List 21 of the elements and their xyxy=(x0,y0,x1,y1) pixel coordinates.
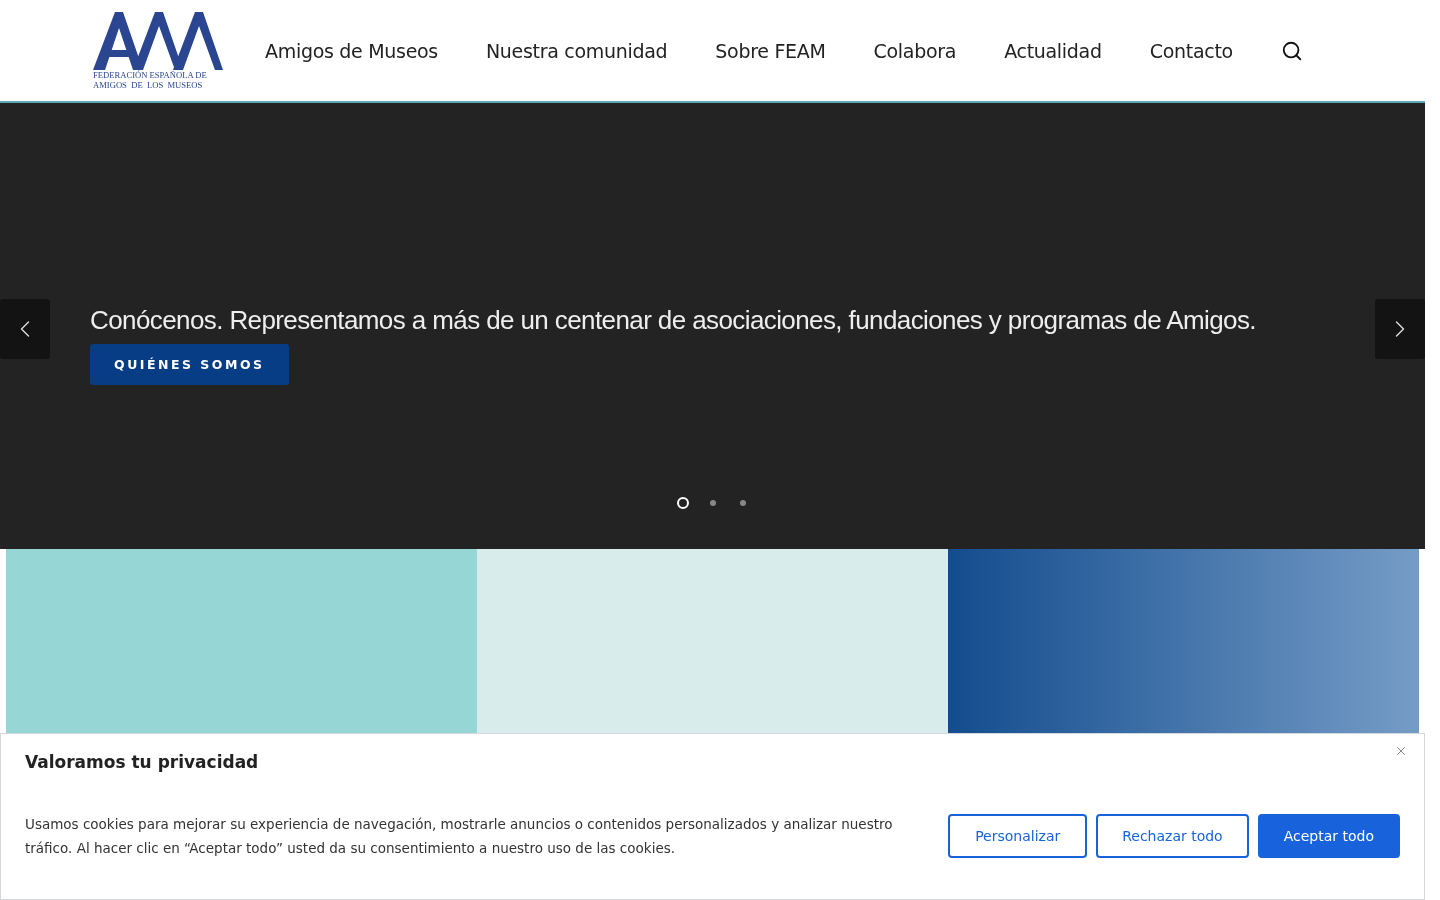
cookie-button[interactable]: Personalizar xyxy=(948,814,1088,858)
nav-link[interactable]: Actualidad xyxy=(1004,39,1102,62)
nav-link[interactable]: Contacto xyxy=(1149,39,1233,62)
logo-text: FEDERACIÓN ESPAÑOLA DE xyxy=(93,69,207,80)
logo-mark-icon xyxy=(93,11,223,70)
cookie-title: Valoramos tu privacidad xyxy=(25,752,260,772)
cookie-text: Usamos cookies para mejorar su experiencia de navegación, mostrarle anuncios o contenidos personalizados y analizar nuestro tráfico. Al hacer clic en “Aceptar todo” usted da su consentimiento a nuestro uso de las cookies. xyxy=(25,815,894,858)
slide-caption: Conócenos. Representamos a más de un centenar de asociaciones, fundaciones y programas de Amigos. xyxy=(90,305,1257,336)
nav-link[interactable]: Nuestra comunidad xyxy=(485,39,668,62)
logo-text: AMIGOS DE LOS MUSEOS xyxy=(93,79,203,90)
nav-link[interactable]: Sobre FEAM xyxy=(715,39,826,62)
about-button[interactable]: QUIÉNES SOMOS xyxy=(90,344,289,385)
nav-link[interactable]: Colabora xyxy=(873,39,957,62)
slide-dot[interactable] xyxy=(709,500,716,506)
cookie-button[interactable]: Rechazar todo xyxy=(1096,814,1249,858)
cookie-button[interactable]: Aceptar todo xyxy=(1257,814,1400,858)
slide-dot[interactable] xyxy=(676,497,689,509)
close-icon[interactable] xyxy=(1394,744,1408,758)
nav-link[interactable]: Amigos de Museos xyxy=(265,39,438,62)
search-icon[interactable] xyxy=(1280,39,1303,62)
slide-dot[interactable] xyxy=(739,500,746,506)
